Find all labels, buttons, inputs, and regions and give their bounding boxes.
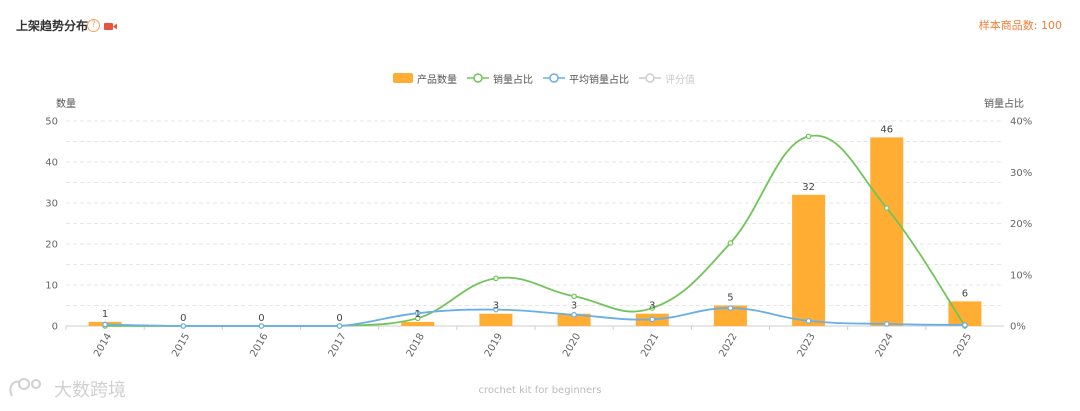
bar-data-label: 0 — [336, 313, 342, 324]
x-tick-label: 2020 — [561, 332, 583, 360]
y-right-tick-label: 10% — [1010, 270, 1032, 281]
bar-product-count — [479, 313, 513, 326]
point-avg-sales-share — [571, 311, 577, 318]
y-left-tick-label: 50 — [45, 117, 58, 128]
x-tick-label: 2023 — [796, 332, 818, 360]
x-axis-caption: crochet kit for beginners — [479, 385, 602, 396]
y-right-tick-label: 30% — [1010, 168, 1032, 179]
point-avg-sales-share — [962, 322, 968, 328]
bar-data-label: 1 — [415, 309, 421, 320]
y-left-tick-label: 0 — [52, 322, 58, 333]
y-right-tick-label: 20% — [1010, 219, 1032, 230]
bar-data-label: 3 — [571, 301, 577, 312]
page: 上架趋势分布 ? 样本商品数: 100 产品数量 销量占比 平均销量占比 评分值… — [0, 0, 1080, 411]
trend-chart: 010203040500%10%20%30%40%数量 销量占比2014 2015 2… — [45, 97, 1032, 396]
x-tick-label: 2019 — [483, 331, 505, 359]
y-left-tick-label: 30 — [45, 199, 58, 210]
point-avg-sales-share — [336, 323, 343, 329]
y-left-tick-label: 20 — [45, 240, 58, 251]
x-tick-label: 2018 — [405, 332, 427, 360]
point-sales-share — [493, 275, 499, 282]
bar-data-label: 3 — [649, 301, 655, 312]
point-avg-sales-share — [883, 321, 890, 327]
bar-product-count — [870, 137, 904, 326]
x-tick-label: 2025 — [952, 332, 974, 360]
x-tick-label: 2022 — [717, 332, 739, 360]
brand-watermark: 大数跨境 — [9, 378, 126, 401]
y-right-tick-label: 0% — [1010, 322, 1026, 333]
point-sales-share — [571, 293, 577, 300]
x-tick-label: 2015 — [170, 332, 192, 360]
line-sales-share — [105, 134, 966, 327]
bar-data-label: 0 — [180, 313, 186, 324]
point-avg-sales-share — [649, 316, 656, 323]
bar-data-label: 5 — [727, 293, 733, 304]
point-sales-share — [805, 133, 812, 140]
point-avg-sales-share — [727, 305, 734, 311]
bar-data-label: 32 — [802, 182, 815, 193]
y-right-axis-title: 销量占比 — [984, 97, 1024, 110]
bar-data-label: 0 — [258, 313, 264, 324]
y-left-axis-title: 数量 — [56, 97, 76, 110]
point-avg-sales-share — [180, 323, 187, 329]
point-avg-sales-share — [102, 321, 108, 328]
x-tick-label: 2016 — [248, 332, 270, 360]
point-avg-sales-share — [805, 318, 812, 324]
x-tick-label: 2017 — [327, 332, 349, 360]
bar-data-label: 46 — [880, 124, 893, 135]
bar-data-label: 6 — [962, 288, 968, 299]
watermark-text: 大数跨境 — [54, 380, 126, 401]
bar-product-count — [401, 321, 435, 326]
point-sales-share — [727, 240, 734, 246]
x-tick-label: 2021 — [639, 332, 661, 360]
bar-data-label: 1 — [102, 309, 108, 320]
x-tick-label: 2024 — [874, 332, 896, 360]
x-tick-label: 2014 — [92, 332, 114, 360]
line-avg-sales-share — [105, 307, 965, 327]
point-sales-share — [883, 205, 890, 211]
y-left-tick-label: 40 — [45, 158, 58, 169]
y-left-tick-label: 10 — [45, 281, 58, 292]
bar-data-label: 3 — [493, 301, 499, 312]
y-right-tick-label: 40% — [1010, 117, 1032, 128]
bar-product-count — [792, 194, 826, 326]
brand-logo-icon — [9, 378, 41, 397]
point-avg-sales-share — [258, 323, 265, 329]
